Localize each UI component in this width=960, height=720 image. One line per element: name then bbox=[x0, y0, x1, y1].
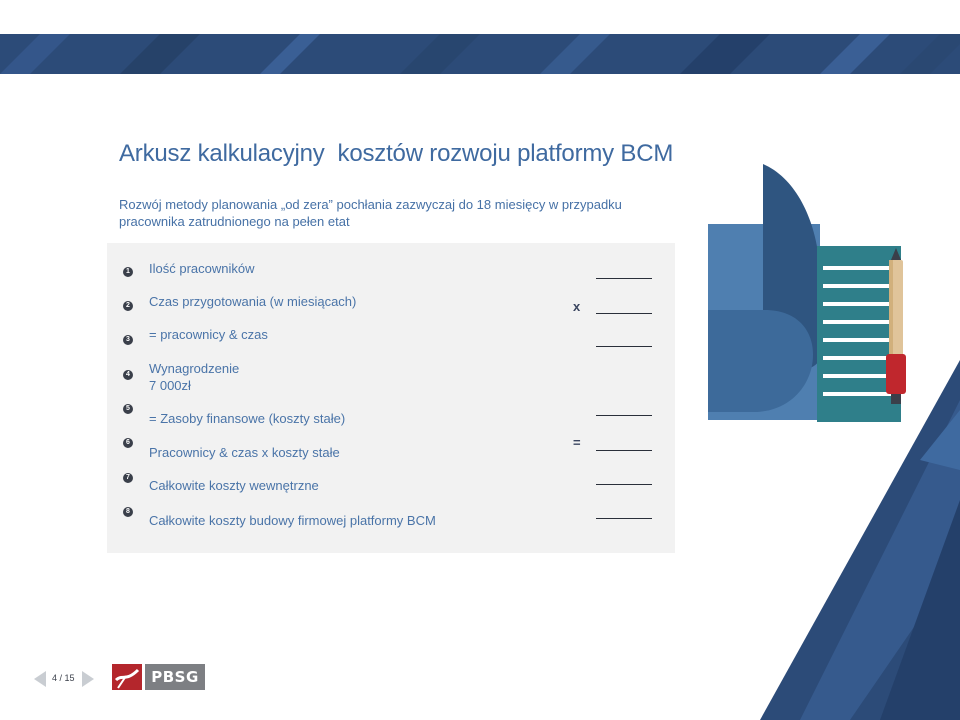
row-label-employees-time-fixed: Pracownicy & czas x koszty stałe bbox=[149, 445, 340, 460]
input-blank-5[interactable] bbox=[596, 415, 652, 416]
calculation-panel bbox=[107, 243, 675, 553]
step-badge-2: 2 bbox=[123, 301, 133, 311]
decorative-triangles bbox=[760, 360, 960, 720]
row-label-preparation-time: Czas przygotowania (w miesiącach) bbox=[149, 294, 357, 309]
row-label-salary-value: 7 000zł bbox=[149, 378, 191, 393]
row-label-financial-resources: = Zasoby finansowe (koszty stałe) bbox=[149, 411, 346, 426]
row-label-internal-costs: Całkowite koszty wewnętrzne bbox=[149, 478, 319, 493]
step-badge-5: 5 bbox=[123, 404, 133, 414]
input-blank-1[interactable] bbox=[596, 278, 652, 279]
step-badge-7: 7 bbox=[123, 473, 133, 483]
slide-title: Arkusz kalkulacyjny kosztów rozwoju plat… bbox=[119, 140, 674, 167]
row-label-employees-time: = pracownicy & czas bbox=[149, 327, 268, 342]
input-blank-7[interactable] bbox=[596, 484, 652, 485]
pbsg-logo-text: PBSG bbox=[145, 664, 205, 690]
triangle-right-icon[interactable] bbox=[82, 671, 94, 687]
step-badge-6: 6 bbox=[123, 438, 133, 448]
input-blank-8[interactable] bbox=[596, 518, 652, 519]
banner-pattern bbox=[0, 34, 960, 74]
operator-equals: = bbox=[573, 435, 581, 450]
step-badge-3: 3 bbox=[123, 335, 133, 345]
input-blank-6[interactable] bbox=[596, 450, 652, 451]
row-label-employee-count: Ilość pracowników bbox=[149, 261, 255, 276]
operator-multiply: x bbox=[573, 299, 581, 314]
pbsg-logo-mark bbox=[112, 664, 142, 690]
input-blank-3[interactable] bbox=[596, 346, 652, 347]
input-blank-2[interactable] bbox=[596, 313, 652, 314]
row-label-total-bcm-cost: Całkowite koszty budowy firmowej platfor… bbox=[149, 513, 436, 528]
row-label-salary: Wynagrodzenie bbox=[149, 361, 240, 376]
top-banner bbox=[0, 34, 960, 74]
triangle-left-icon[interactable] bbox=[34, 671, 46, 687]
step-badge-4: 4 bbox=[123, 370, 133, 380]
page-counter: 4 / 15 bbox=[52, 673, 75, 683]
slide-subtitle: Rozwój metody planowania „od zera” pochł… bbox=[119, 197, 622, 229]
step-badge-8: 8 bbox=[123, 507, 133, 517]
step-badge-1: 1 bbox=[123, 267, 133, 277]
